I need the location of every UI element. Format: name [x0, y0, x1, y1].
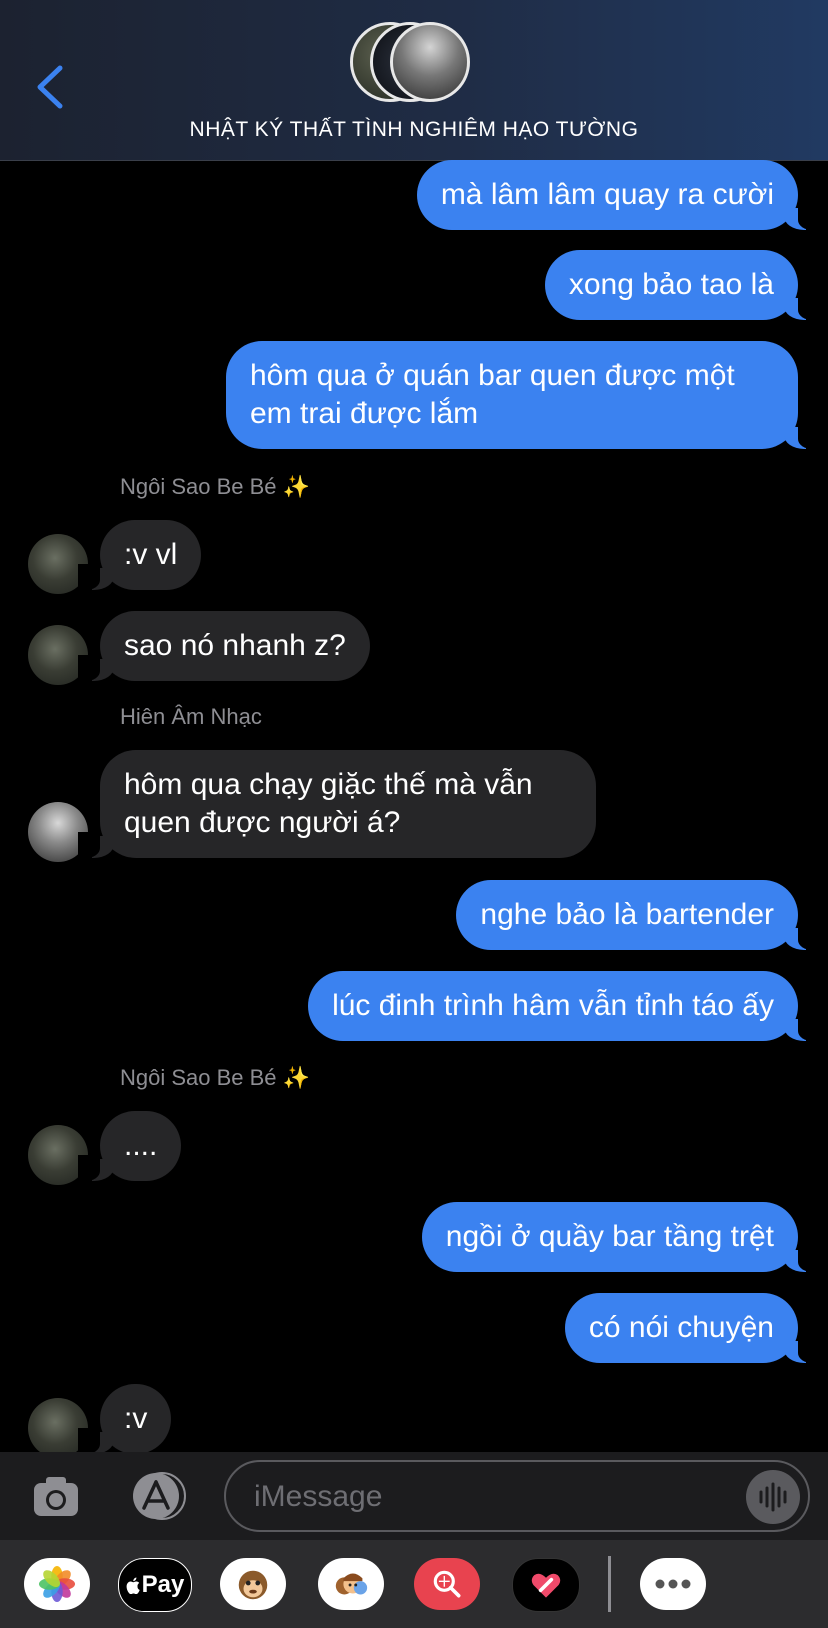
message-thread: mà lâm lâm quay ra cười xong bảo tao là …: [0, 160, 828, 1452]
memoji-stickers-icon[interactable]: [318, 1558, 384, 1610]
message-bubble-received[interactable]: ....: [78, 1111, 182, 1181]
message-bubble-received[interactable]: hôm qua chạy giặc thế mà vẫn quen được n…: [78, 750, 596, 858]
photos-app-icon[interactable]: [24, 1558, 90, 1610]
apple-pay-label: Pay: [141, 1571, 185, 1598]
group-avatar-3: [390, 22, 470, 102]
bubble-tail: [784, 204, 820, 230]
images-search-icon[interactable]: [414, 1558, 480, 1610]
message-text: ....: [124, 1129, 158, 1162]
more-apps-icon[interactable]: [640, 1558, 706, 1610]
bubble-tail: [784, 294, 820, 320]
message-input-field[interactable]: [224, 1460, 810, 1532]
bubble-tail: [78, 1155, 114, 1181]
message-text: mà lâm lâm quay ra cười: [440, 178, 774, 211]
message-text: xong bảo tao là: [568, 268, 774, 301]
group-avatars[interactable]: [350, 22, 480, 108]
apple-pay-icon[interactable]: Pay: [118, 1558, 192, 1612]
sender-name: Hiên Âm Nhạc: [120, 704, 262, 729]
message-bubble-received[interactable]: sao nó nhanh z?: [78, 611, 370, 681]
message-text: ngồi ở quầy bar tầng trệt: [445, 1220, 774, 1253]
message-bubble-sent[interactable]: xong bảo tao là: [544, 250, 820, 320]
back-chevron-icon[interactable]: [32, 64, 72, 110]
imessage-input[interactable]: [252, 1474, 716, 1520]
sender-name: Ngôi Sao Be Bé ✨: [120, 1065, 311, 1090]
message-text: :v vl: [124, 538, 178, 571]
group-name[interactable]: NHẬT KÝ THẤT TÌNH NGHIÊM HẠO TƯỜNG: [0, 118, 828, 142]
animoji-icon[interactable]: [220, 1558, 286, 1610]
message-bubble-received[interactable]: :v: [78, 1384, 172, 1452]
message-text: sao nó nhanh z?: [124, 629, 346, 662]
camera-icon[interactable]: [32, 1472, 80, 1520]
message-bubble-sent[interactable]: mà lâm lâm quay ra cười: [416, 160, 820, 230]
message-bubble-sent[interactable]: ngồi ở quầy bar tầng trệt: [421, 1202, 820, 1272]
apple-logo-icon: [126, 1577, 140, 1594]
message-bubble-sent[interactable]: lúc đinh trình hâm vẫn tỉnh táo ấy: [308, 971, 820, 1041]
message-bubble-sent[interactable]: hôm qua ở quán bar quen được một em trai…: [226, 341, 820, 449]
bubble-tail: [78, 564, 114, 590]
app-store-icon[interactable]: [126, 1472, 190, 1520]
message-text: có nói chuyện: [588, 1311, 774, 1344]
sender-name: Ngôi Sao Be Bé ✨: [120, 474, 311, 499]
message-bubble-sent[interactable]: nghe bảo là bartender: [456, 880, 820, 950]
bubble-tail: [78, 655, 114, 681]
conversation-header: NHẬT KÝ THẤT TÌNH NGHIÊM HẠO TƯỜNG: [0, 0, 828, 161]
drawer-divider: [608, 1556, 611, 1612]
message-bubble-sent[interactable]: có nói chuyện: [564, 1293, 820, 1363]
message-text: lúc đinh trình hâm vẫn tỉnh táo ấy: [332, 989, 774, 1022]
bubble-tail: [78, 832, 114, 858]
message-text: nghe bảo là bartender: [480, 898, 774, 931]
bubble-tail: [78, 1428, 114, 1452]
app-drawer: Pay: [0, 1540, 828, 1628]
bubble-tail: [784, 1246, 820, 1272]
bubble-tail: [784, 423, 820, 449]
message-bubble-received[interactable]: :v vl: [78, 520, 202, 590]
message-composer: [0, 1452, 828, 1540]
message-text: hôm qua chạy giặc thế mà vẫn quen được n…: [124, 768, 533, 839]
message-text: hôm qua ở quán bar quen được một em trai…: [250, 359, 735, 430]
message-text: :v: [124, 1402, 148, 1435]
waveform-icon[interactable]: [746, 1470, 800, 1524]
bubble-tail: [784, 1337, 820, 1363]
bubble-tail: [784, 924, 820, 950]
digital-touch-icon[interactable]: [512, 1558, 580, 1612]
bubble-tail: [784, 1015, 820, 1041]
